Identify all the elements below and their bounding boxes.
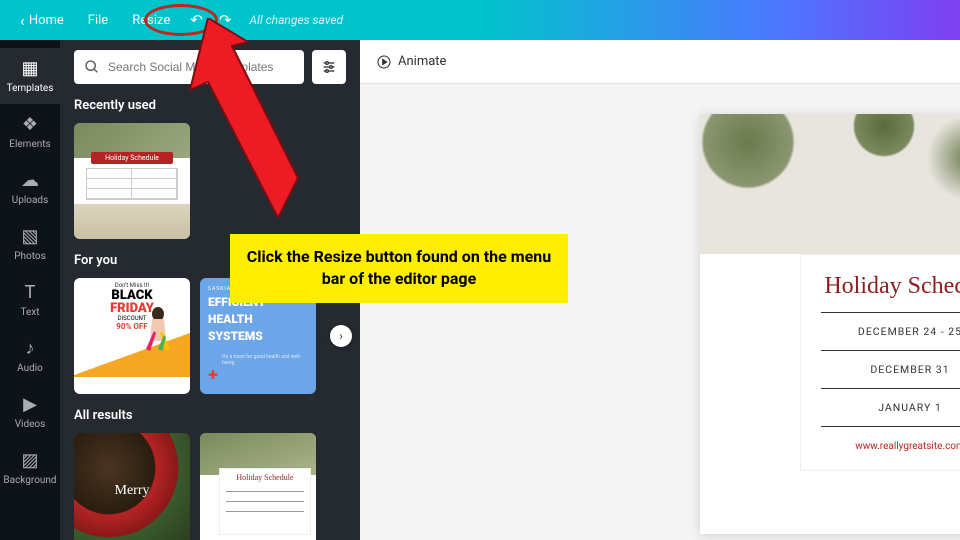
rail-uploads[interactable]: ☁ Uploads	[0, 160, 60, 216]
animate-icon	[376, 54, 392, 70]
template-thumb-holiday[interactable]: Holiday Schedule	[74, 123, 190, 239]
hol2-title: Holiday Schedule	[220, 469, 311, 482]
template-thumb-black-friday[interactable]: Don't Miss It! BLACK FRIDAY DISCOUNT 90%…	[74, 278, 190, 394]
text-icon: T	[25, 282, 36, 303]
resize-label: Resize	[132, 13, 170, 28]
elements-icon: ❖	[22, 114, 38, 135]
file-label: File	[88, 13, 108, 28]
search-row	[74, 50, 346, 84]
rail-text-label: Text	[20, 307, 39, 318]
resize-button[interactable]: Resize	[120, 7, 182, 34]
template-thumb-holiday-2[interactable]: Holiday Schedule	[200, 433, 316, 540]
design-document[interactable]: Holiday Schedule DECEMBER 24 - 25 DECEMB…	[700, 114, 960, 534]
schedule-row-3: JANUARY 1	[821, 389, 960, 427]
filter-button[interactable]	[312, 50, 346, 84]
canvas-viewport[interactable]: Holiday Schedule DECEMBER 24 - 25 DECEMB…	[360, 84, 960, 540]
rail-background[interactable]: ▨ Background	[0, 440, 60, 496]
home-button[interactable]: ‹ Home	[8, 5, 76, 36]
chevron-left-icon: ‹	[20, 11, 25, 30]
uploads-icon: ☁	[21, 170, 39, 191]
search-box[interactable]	[74, 50, 304, 84]
shopper-icon	[136, 305, 180, 365]
sliders-icon	[321, 59, 337, 75]
file-menu[interactable]: File	[76, 7, 120, 34]
save-status: All changes saved	[249, 13, 343, 27]
section-recently-used: Recently used	[74, 98, 346, 113]
rail-elements-label: Elements	[9, 139, 50, 150]
all-results-row: Merry Holiday Schedule	[74, 433, 346, 540]
thumb-badge: Holiday Schedule	[91, 152, 172, 164]
photos-icon: ▧	[21, 226, 38, 247]
top-menu-bar: ‹ Home File Resize ↶ ↷ All changes saved	[0, 0, 960, 40]
background-icon: ▨	[21, 450, 38, 471]
rail-videos-label: Videos	[15, 419, 46, 430]
doc-site: www.reallygreatsite.com	[821, 441, 960, 452]
redo-button[interactable]: ↷	[211, 5, 240, 35]
section-all-results: All results	[74, 408, 346, 423]
rail-background-label: Background	[3, 475, 56, 486]
canvas-toolbar: Animate	[360, 40, 960, 84]
search-icon	[84, 59, 100, 75]
rail-templates-label: Templates	[7, 83, 54, 94]
recently-used-row: Holiday Schedule	[74, 123, 346, 239]
annotation-callout: Click the Resize button found on the men…	[230, 234, 568, 303]
animate-label: Animate	[398, 54, 446, 69]
undo-button[interactable]: ↶	[182, 5, 211, 35]
animate-button[interactable]: Animate	[376, 54, 446, 70]
schedule-row-2: DECEMBER 31	[821, 351, 960, 389]
foliage-image	[700, 114, 960, 254]
rail-audio-label: Audio	[17, 363, 43, 374]
rail-photos-label: Photos	[14, 251, 46, 262]
doc-title: Holiday Schedule	[821, 273, 960, 300]
rail-photos[interactable]: ▧ Photos	[0, 216, 60, 272]
health-l3: SYSTEMS	[208, 330, 308, 343]
rail-templates[interactable]: ▦ Templates	[0, 48, 60, 104]
schedule-row-1: DECEMBER 24 - 25	[821, 313, 960, 351]
xmas-text: Merry	[115, 483, 150, 499]
home-label: Home	[29, 13, 64, 28]
rail-audio[interactable]: ♪ Audio	[0, 328, 60, 384]
rail-videos[interactable]: ▶ Videos	[0, 384, 60, 440]
template-thumb-christmas[interactable]: Merry	[74, 433, 190, 540]
rail-elements[interactable]: ❖ Elements	[0, 104, 60, 160]
carousel-next-button[interactable]: ›	[330, 325, 352, 347]
audio-icon: ♪	[26, 338, 35, 359]
left-rail: ▦ Templates ❖ Elements ☁ Uploads ▧ Photo…	[0, 40, 60, 540]
rail-text[interactable]: T Text	[0, 272, 60, 328]
health-sub: It's a must for good health and well-bei…	[222, 354, 308, 366]
videos-icon: ▶	[23, 394, 37, 415]
health-l2: HEALTH	[208, 313, 308, 326]
schedule-card: Holiday Schedule DECEMBER 24 - 25 DECEMB…	[800, 254, 960, 471]
search-input[interactable]	[108, 60, 294, 74]
rail-uploads-label: Uploads	[12, 195, 48, 206]
templates-icon: ▦	[21, 58, 38, 79]
plus-icon: ✚	[208, 368, 218, 382]
